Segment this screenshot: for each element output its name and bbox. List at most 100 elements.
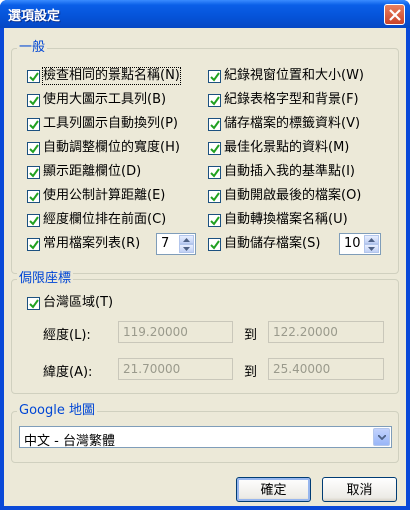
map-language-select[interactable]: 中文 - 台灣繁體 <box>19 426 392 449</box>
checkbox-box[interactable] <box>27 117 40 131</box>
latitude-from-field[interactable]: 21.70000 <box>118 358 233 380</box>
longitude-label: 經度(L): <box>43 328 91 343</box>
checkbox-box[interactable] <box>27 165 40 179</box>
ok-button[interactable]: 確定 <box>236 477 311 502</box>
title-bar[interactable]: 選項設定 <box>0 0 410 28</box>
stepper-up-button[interactable] <box>364 235 379 244</box>
checkbox-insert-base-point[interactable]: 自動插入我的基準點(I) <box>208 163 355 181</box>
checkbox-box[interactable] <box>27 189 40 203</box>
arrow-up-icon <box>368 238 375 242</box>
checkbox-longitude-first[interactable]: 經度欄位排在前面(C) <box>27 211 166 229</box>
general-group-label: 一般 <box>17 40 48 56</box>
checkbox-box[interactable] <box>208 189 221 203</box>
latitude-to-label: 到 <box>244 365 258 380</box>
arrow-down-icon <box>368 247 375 251</box>
stepper-up-button[interactable] <box>179 235 194 244</box>
checkbox-save-tags[interactable]: 儲存檔案的標籤資料(V) <box>208 115 360 133</box>
checkbox-box[interactable] <box>27 141 40 155</box>
checkbox-label: 使用大圖示工具列(B) <box>43 92 167 107</box>
checkbox-box[interactable] <box>208 165 221 179</box>
longitude-to-label: 到 <box>244 328 258 343</box>
arrow-down-icon <box>183 247 190 251</box>
longitude-to-field[interactable]: 122.20000 <box>268 321 384 343</box>
checkmark-icon <box>29 191 39 202</box>
checkbox-metric-distance[interactable]: 使用公制計算距離(E) <box>27 187 165 205</box>
checkbox-label: 檢查相同的景點名稱(N) <box>42 67 181 85</box>
options-dialog: 選項設定 一般 檢查相同的景點名稱(N) 使用大圖示工具列(B) 工具列圖示自動… <box>0 0 410 510</box>
checkmark-icon <box>210 95 220 106</box>
checkbox-label: 經度欄位排在前面(C) <box>43 212 167 227</box>
google-map-group: Google 地圖 中文 - 台灣繁體 <box>11 403 399 463</box>
chevron-down-icon <box>378 435 386 440</box>
checkbox-box[interactable] <box>27 296 40 310</box>
recent-files-value[interactable]: 7 <box>161 236 169 251</box>
checkbox-label: 儲存檔案的標籤資料(V) <box>224 116 361 131</box>
checkbox-auto-column-width[interactable]: 自動調整欄位的寬度(H) <box>27 139 180 157</box>
checkbox-box[interactable] <box>208 213 221 227</box>
checkbox-label: 紀錄表格字型和背景(F) <box>224 92 359 107</box>
latitude-to-field[interactable]: 25.40000 <box>268 358 384 380</box>
stepper-down-button[interactable] <box>364 244 379 253</box>
cancel-button[interactable]: 取消 <box>322 477 397 502</box>
checkmark-icon <box>29 167 39 178</box>
checkbox-large-toolbar-icons[interactable]: 使用大圖示工具列(B) <box>27 91 166 109</box>
checkbox-label: 工具列圖示自動換列(P) <box>43 116 178 131</box>
stepper-down-button[interactable] <box>179 244 194 253</box>
checkbox-box[interactable] <box>208 93 221 107</box>
autosave-value[interactable]: 10 <box>344 236 361 251</box>
checkmark-icon <box>29 215 39 226</box>
dropdown-button[interactable] <box>373 428 390 446</box>
checkbox-recent-files[interactable]: 常用檔案列表(R) <box>27 235 140 253</box>
checkmark-icon <box>29 95 39 106</box>
dialog-title: 選項設定 <box>8 9 61 24</box>
checkbox-label: 最佳化景點的資料(M) <box>224 140 350 155</box>
checkbox-label: 自動插入我的基準點(I) <box>224 164 355 179</box>
checkbox-open-last-file[interactable]: 自動開啟最後的檔案(O) <box>208 187 361 205</box>
checkmark-icon <box>29 239 39 250</box>
checkbox-label: 自動調整欄位的寬度(H) <box>43 140 180 155</box>
arrow-up-icon <box>183 238 190 242</box>
checkbox-label: 自動開啟最後的檔案(O) <box>224 188 362 203</box>
checkbox-label: 顯示距離欄位(D) <box>43 164 142 179</box>
bounds-group: 侷限座標 台灣區域(T) 經度(L): 119.20000 到 122.2000… <box>11 271 399 394</box>
checkbox-label: 自動轉換檔案名稱(U) <box>224 212 348 227</box>
checkmark-icon <box>29 119 39 130</box>
general-group: 一般 檢查相同的景點名稱(N) 使用大圖示工具列(B) 工具列圖示自動換列(P)… <box>11 40 399 274</box>
checkbox-check-duplicate-names[interactable]: 檢查相同的景點名稱(N) <box>27 67 181 85</box>
longitude-from-field[interactable]: 119.20000 <box>118 321 233 343</box>
checkbox-box[interactable] <box>27 237 40 251</box>
recent-files-stepper[interactable]: 7 <box>156 233 196 255</box>
checkbox-toolbar-wrap[interactable]: 工具列圖示自動換列(P) <box>27 115 178 133</box>
checkbox-box[interactable] <box>208 69 221 83</box>
checkbox-optimize-data[interactable]: 最佳化景點的資料(M) <box>208 139 349 157</box>
checkbox-remember-window[interactable]: 紀錄視窗位置和大小(W) <box>208 67 364 85</box>
checkmark-icon <box>210 215 220 226</box>
checkbox-remember-font[interactable]: 紀錄表格字型和背景(F) <box>208 91 359 109</box>
checkmark-icon <box>210 119 220 130</box>
checkbox-convert-filename[interactable]: 自動轉換檔案名稱(U) <box>208 211 348 229</box>
checkmark-icon <box>210 191 220 202</box>
checkbox-box[interactable] <box>27 213 40 227</box>
checkbox-box[interactable] <box>208 117 221 131</box>
google-map-group-label: Google 地圖 <box>17 403 97 419</box>
checkmark-icon <box>210 143 220 154</box>
checkmark-icon <box>29 298 39 309</box>
checkbox-show-distance[interactable]: 顯示距離欄位(D) <box>27 163 141 181</box>
checkbox-box[interactable] <box>27 69 40 83</box>
checkmark-icon <box>29 143 39 154</box>
checkbox-label: 紀錄視窗位置和大小(W) <box>224 68 364 83</box>
map-language-value: 中文 - 台灣繁體 <box>24 434 115 449</box>
close-button[interactable] <box>384 4 405 25</box>
checkbox-label: 使用公制計算距離(E) <box>43 188 166 203</box>
checkbox-taiwan-region[interactable]: 台灣區域(T) <box>27 294 113 312</box>
checkmark-icon <box>210 167 220 178</box>
checkbox-label: 台灣區域(T) <box>43 295 114 310</box>
stepper-buttons <box>364 235 379 253</box>
checkbox-autosave[interactable]: 自動儲存檔案(S) <box>208 235 320 253</box>
checkbox-box[interactable] <box>208 141 221 155</box>
latitude-label: 緯度(A): <box>43 365 93 380</box>
autosave-stepper[interactable]: 10 <box>339 233 381 255</box>
checkbox-box[interactable] <box>27 93 40 107</box>
checkbox-label: 自動儲存檔案(S) <box>224 236 321 251</box>
checkbox-box[interactable] <box>208 237 221 251</box>
